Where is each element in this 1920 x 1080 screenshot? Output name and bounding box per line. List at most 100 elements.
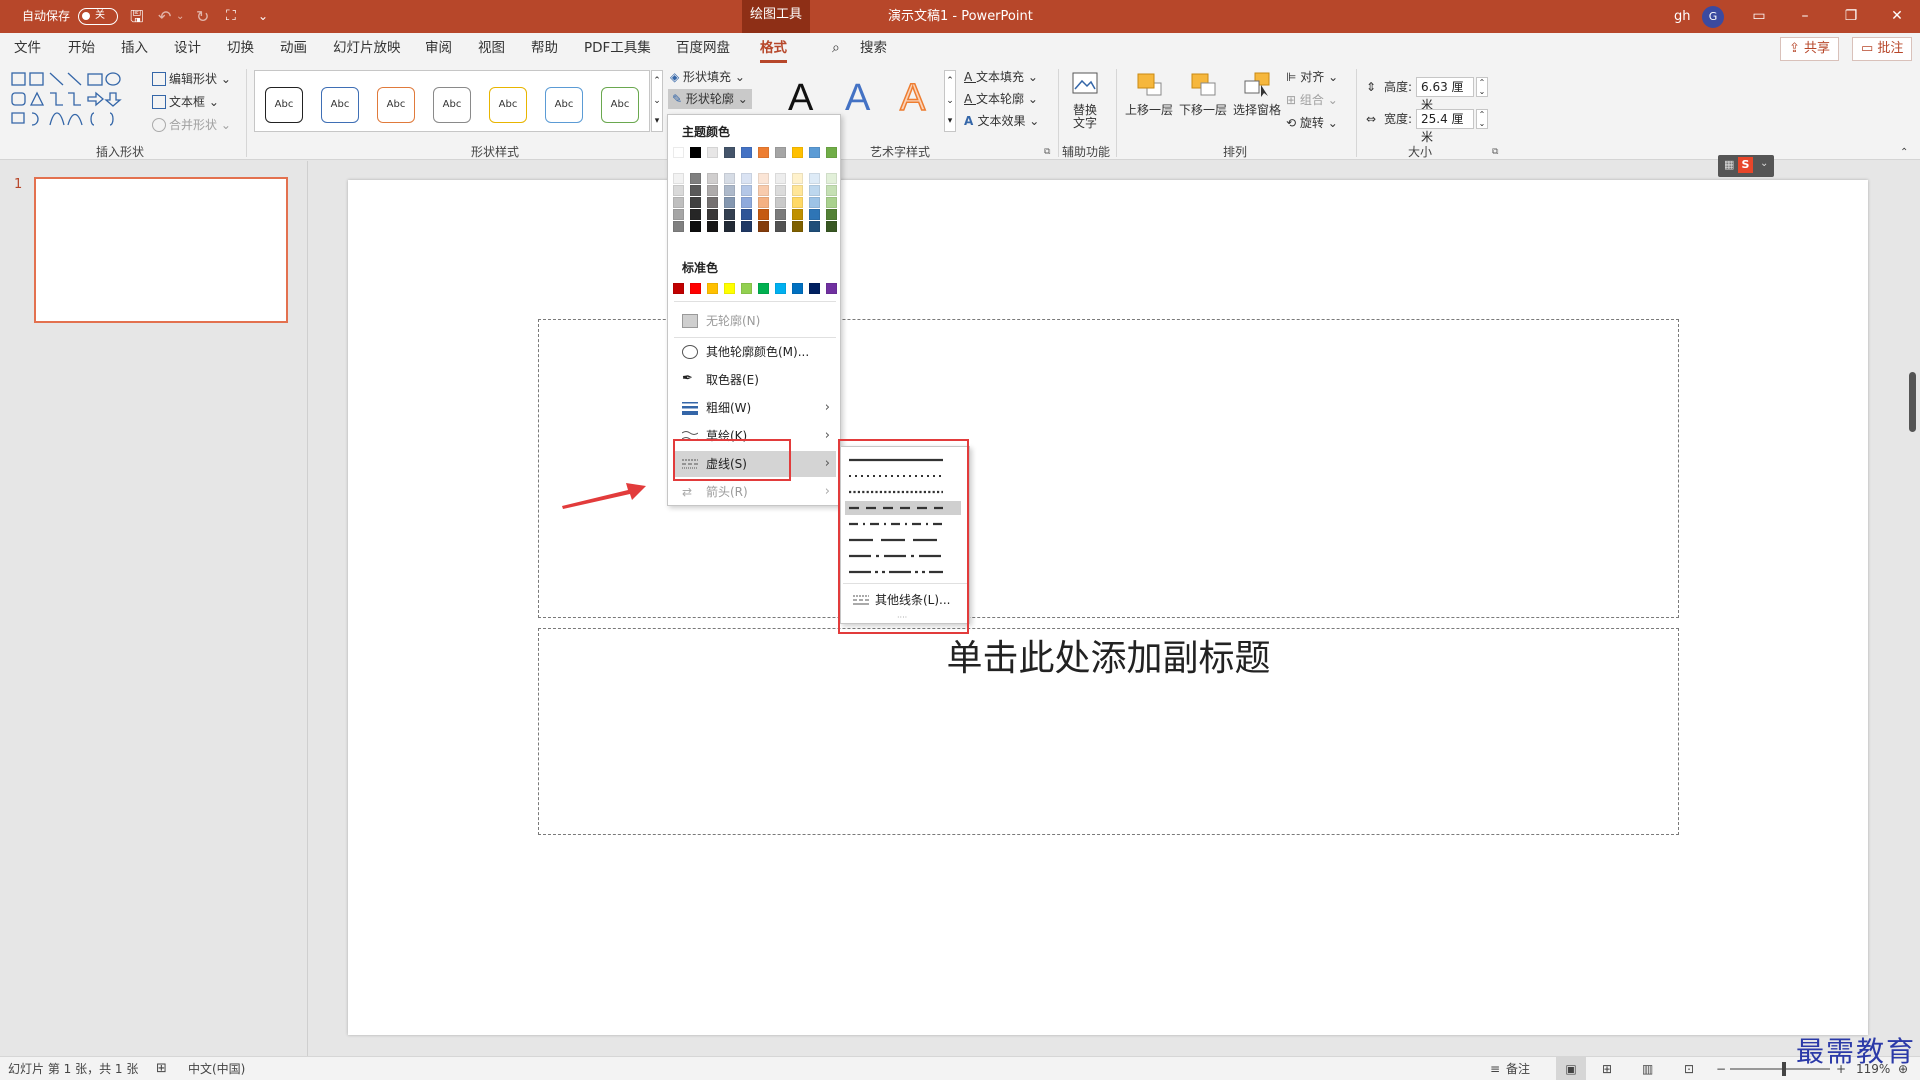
theme-shade-swatch[interactable] xyxy=(809,173,820,184)
merge-shapes-button[interactable]: 合并形状 ⌄ xyxy=(152,115,231,135)
slide-canvas[interactable]: 单击此处添加副标题 xyxy=(348,180,1868,1035)
customize-toolbar-icon[interactable]: ⌄ xyxy=(258,0,268,33)
tab-pdf-tools[interactable]: PDF工具集 xyxy=(584,33,651,63)
tab-home[interactable]: 开始 xyxy=(68,33,95,63)
close-icon[interactable]: ✕ xyxy=(1874,0,1920,33)
group-button[interactable]: ⊞ 组合 ⌄ xyxy=(1286,90,1338,110)
theme-shade-swatch[interactable] xyxy=(758,197,769,208)
redo-icon[interactable]: ↻ xyxy=(196,0,209,33)
shape-style-7[interactable]: Abc xyxy=(601,87,639,123)
theme-color-swatch[interactable] xyxy=(724,147,735,158)
rotate-button[interactable]: ⟲ 旋转 ⌄ xyxy=(1286,113,1338,133)
theme-shade-swatch[interactable] xyxy=(792,185,803,196)
theme-shade-swatch[interactable] xyxy=(707,173,718,184)
theme-shade-swatch[interactable] xyxy=(690,209,701,220)
avatar[interactable]: G xyxy=(1702,6,1724,28)
slideshow-view-icon[interactable]: ⊡ xyxy=(1684,1057,1694,1080)
width-spinner[interactable]: ⌃ ⌄ xyxy=(1476,109,1488,129)
theme-shade-swatch[interactable] xyxy=(741,185,752,196)
notes-icon[interactable]: ≡ xyxy=(1490,1057,1500,1080)
standard-color-swatch[interactable] xyxy=(707,283,718,294)
comments-button[interactable]: ▭ 批注 xyxy=(1852,37,1913,61)
edit-shape-button[interactable]: 编辑形状 ⌄ xyxy=(152,69,231,89)
reading-view-icon[interactable]: ▥ xyxy=(1642,1057,1653,1080)
theme-shade-swatch[interactable] xyxy=(809,209,820,220)
height-spinner[interactable]: ⌃ ⌄ xyxy=(1476,77,1488,97)
standard-color-swatch[interactable] xyxy=(741,283,752,294)
tab-help[interactable]: 帮助 xyxy=(531,33,558,63)
theme-shade-swatch[interactable] xyxy=(775,209,786,220)
standard-color-swatch[interactable] xyxy=(792,283,803,294)
slide-sorter-icon[interactable]: ⊞ xyxy=(1602,1057,1612,1080)
theme-shade-swatch[interactable] xyxy=(690,173,701,184)
present-icon[interactable]: ⛶ xyxy=(226,0,236,33)
theme-color-swatch[interactable] xyxy=(775,147,786,158)
shapes-gallery[interactable] xyxy=(10,71,136,137)
autosave-toggle[interactable]: 关 xyxy=(78,8,118,25)
tab-slideshow[interactable]: 幻灯片放映 xyxy=(333,33,401,63)
theme-shade-swatch[interactable] xyxy=(826,209,837,220)
theme-shade-swatch[interactable] xyxy=(792,221,803,232)
shape-fill-button[interactable]: ◈ 形状填充 ⌄ xyxy=(670,67,745,87)
theme-shade-swatch[interactable] xyxy=(775,173,786,184)
theme-shade-swatch[interactable] xyxy=(792,173,803,184)
theme-shade-swatch[interactable] xyxy=(707,221,718,232)
theme-shade-swatch[interactable] xyxy=(809,197,820,208)
theme-shade-swatch[interactable] xyxy=(707,185,718,196)
minimize-icon[interactable]: – xyxy=(1782,0,1828,33)
shape-style-6[interactable]: Abc xyxy=(545,87,583,123)
theme-shade-swatch[interactable] xyxy=(741,197,752,208)
theme-color-swatch[interactable] xyxy=(792,147,803,158)
restore-icon[interactable]: ❐ xyxy=(1828,0,1874,33)
theme-shade-swatch[interactable] xyxy=(673,185,684,196)
theme-shade-swatch[interactable] xyxy=(724,197,735,208)
undo-icon[interactable]: ↶ xyxy=(158,0,171,33)
tab-review[interactable]: 审阅 xyxy=(425,33,452,63)
theme-shade-swatch[interactable] xyxy=(690,221,701,232)
theme-shade-swatch[interactable] xyxy=(826,221,837,232)
theme-shade-swatch[interactable] xyxy=(690,197,701,208)
shape-style-4[interactable]: Abc xyxy=(433,87,471,123)
theme-shade-swatch[interactable] xyxy=(758,173,769,184)
text-fill-button[interactable]: A 文本填充 ⌄ xyxy=(964,67,1038,87)
text-effect-button[interactable]: A 文本效果 ⌄ xyxy=(964,111,1039,131)
tab-view[interactable]: 视图 xyxy=(478,33,505,63)
vertical-scrollbar-thumb[interactable] xyxy=(1909,372,1916,432)
theme-shade-swatch[interactable] xyxy=(826,173,837,184)
selection-pane-button[interactable]: 选择窗格 xyxy=(1232,71,1282,117)
theme-shade-swatch[interactable] xyxy=(690,185,701,196)
shape-style-5[interactable]: Abc xyxy=(489,87,527,123)
standard-color-swatch[interactable] xyxy=(690,283,701,294)
theme-shade-swatch[interactable] xyxy=(826,197,837,208)
theme-shade-swatch[interactable] xyxy=(758,221,769,232)
subtitle-placeholder[interactable]: 单击此处添加副标题 xyxy=(538,628,1679,835)
language-indicator[interactable]: 中文(中国) xyxy=(188,1057,245,1080)
weight-item[interactable]: 粗细(W) › xyxy=(674,395,836,421)
send-backward-button[interactable]: 下移一层 xyxy=(1178,71,1228,117)
standard-color-swatch[interactable] xyxy=(724,283,735,294)
theme-shade-swatch[interactable] xyxy=(809,185,820,196)
search-label[interactable]: 搜索 xyxy=(860,33,887,63)
search-icon[interactable]: ⌕ xyxy=(832,33,840,63)
theme-color-swatch[interactable] xyxy=(707,147,718,158)
theme-shade-swatch[interactable] xyxy=(758,209,769,220)
tab-animations[interactable]: 动画 xyxy=(280,33,307,63)
arrows-item[interactable]: ⇄ 箭头(R) › xyxy=(674,479,836,505)
share-button[interactable]: ⇪ 共享 xyxy=(1780,37,1840,61)
theme-shade-swatch[interactable] xyxy=(775,185,786,196)
standard-color-swatch[interactable] xyxy=(758,283,769,294)
theme-shade-swatch[interactable] xyxy=(724,185,735,196)
theme-color-swatch[interactable] xyxy=(809,147,820,158)
no-outline-item[interactable]: 无轮廓(N) xyxy=(674,308,836,334)
tab-design[interactable]: 设计 xyxy=(174,33,201,63)
theme-color-swatch[interactable] xyxy=(673,147,684,158)
shape-style-2[interactable]: Abc xyxy=(321,87,359,123)
ime-toolbar[interactable]: ▦ S ⌄ xyxy=(1718,155,1774,177)
height-input[interactable]: 6.63 厘米 xyxy=(1416,77,1474,112)
shape-styles-scroll[interactable]: ⌃ ⌄ ▾ xyxy=(651,70,663,132)
theme-shade-swatch[interactable] xyxy=(775,221,786,232)
theme-color-swatch[interactable] xyxy=(826,147,837,158)
accessibility-check-icon[interactable]: ⊞ xyxy=(156,1057,167,1080)
theme-shade-swatch[interactable] xyxy=(724,221,735,232)
theme-shade-swatch[interactable] xyxy=(741,221,752,232)
